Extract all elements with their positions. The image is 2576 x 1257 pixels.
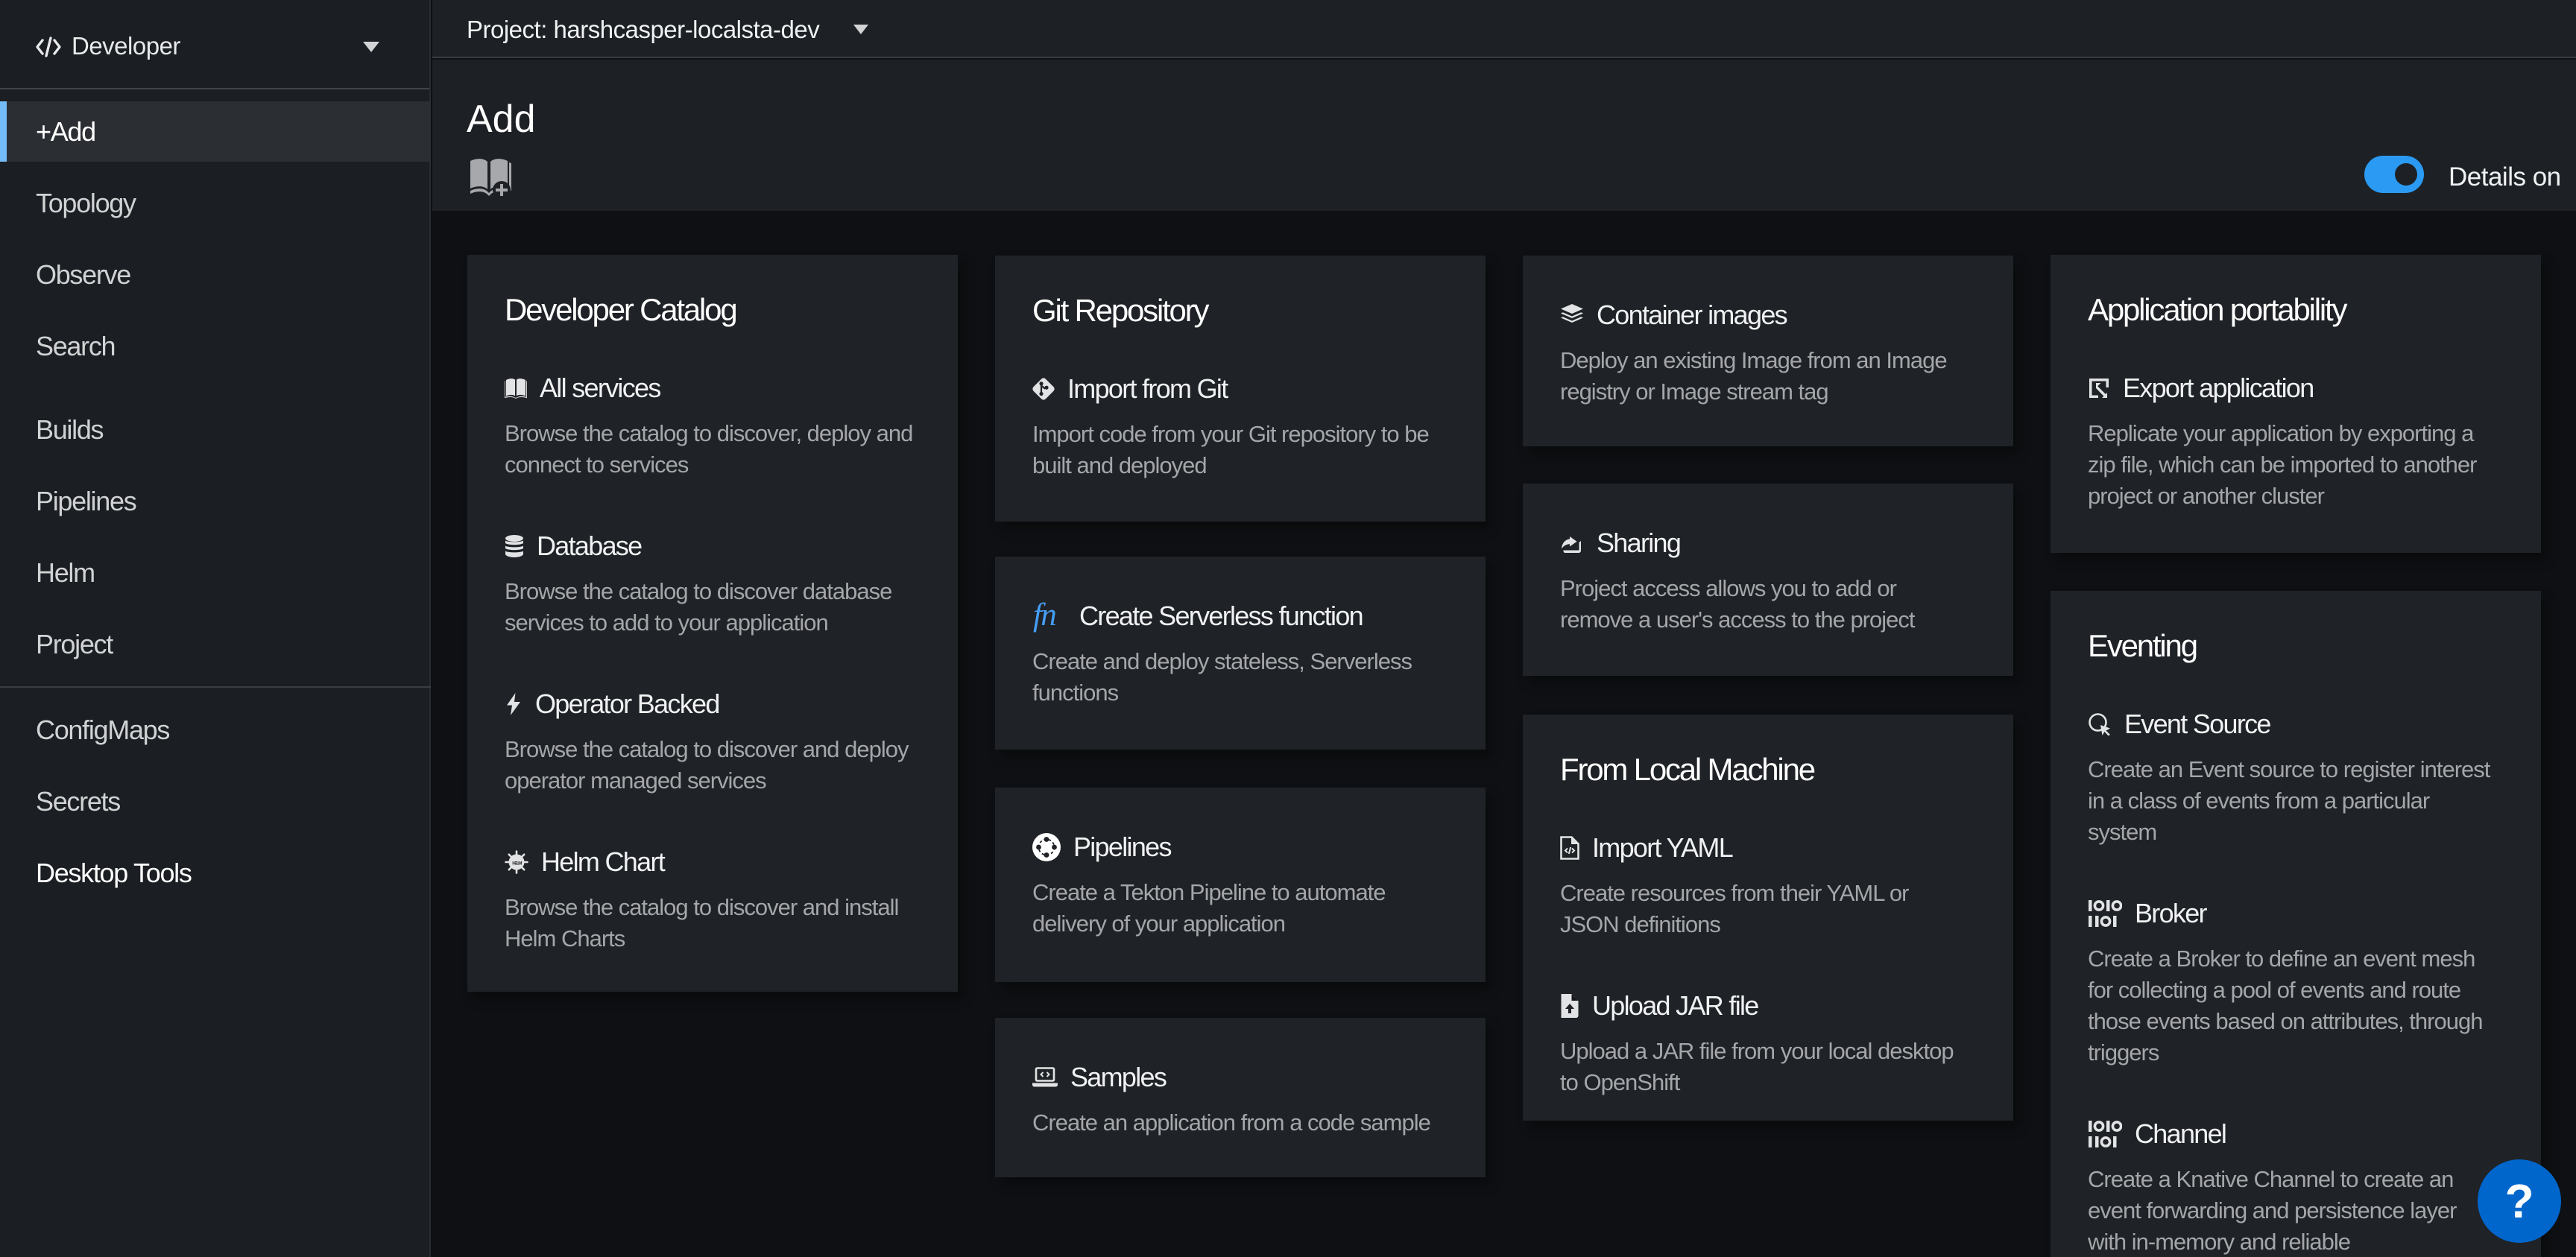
svg-text:fn: fn <box>1033 600 1055 633</box>
svg-text:HELM: HELM <box>512 861 522 866</box>
